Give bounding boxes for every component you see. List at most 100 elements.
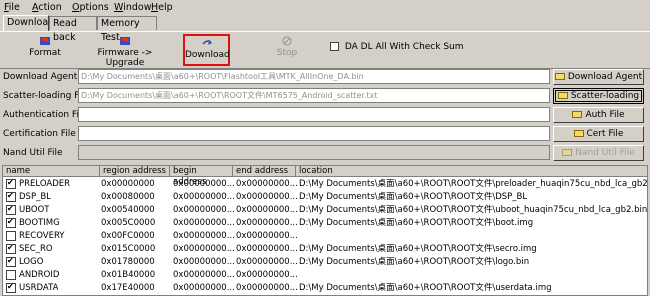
cell-text: 0x00000000... — [236, 205, 298, 215]
cell-region: 0x00FC0000 — [101, 230, 155, 243]
row-checkbox[interactable] — [6, 191, 16, 202]
stop-button[interactable]: Stop — [274, 34, 300, 66]
column-header-end[interactable]: end address — [233, 166, 296, 177]
table-row[interactable]: DSP_BL 0x00080000 0x00000000...0x00000000.… — [3, 191, 647, 204]
folder-icon — [557, 92, 568, 99]
column-header-name[interactable]: name — [3, 166, 100, 177]
cell-text: 0x17E40000 — [101, 283, 155, 293]
cell-text: 0x01B40000 — [101, 270, 156, 280]
cell-region: 0x005C0000 — [101, 217, 155, 230]
cell-name: UBOOT — [6, 204, 49, 217]
cell-text: RECOVERY — [19, 231, 65, 241]
firmware-upgrade-button[interactable]: Firmware -> Upgrade — [84, 34, 166, 68]
table-row[interactable]: PRELOADER 0x00000000 0x00000000...0x000000… — [3, 178, 648, 191]
cell-text: 0x00000000... — [173, 257, 235, 267]
partition-table: name region address begin address end ad… — [2, 165, 648, 296]
cell-name: DSP_BL — [6, 191, 51, 204]
cell-text: USRDATA — [19, 283, 59, 293]
menu-help[interactable]: Help — [151, 2, 173, 13]
cell-region: 0x015C0000 — [101, 243, 155, 256]
tab-read-back[interactable]: Read back — [49, 16, 97, 43]
certification-label: Certification File — [3, 129, 76, 139]
cell-region: 0x00000000 — [101, 178, 155, 191]
cell-text: 0x00000000... — [236, 257, 298, 267]
certification-field[interactable] — [78, 126, 550, 141]
table-row[interactable]: RECOVERY 0x00FC0000 0x00000000... 0x0000000… — [3, 230, 647, 243]
toolbar: Format Firmware -> Upgrade Download Stop… — [0, 32, 650, 69]
row-checkbox[interactable] — [6, 282, 16, 293]
nand-util-field[interactable] — [78, 145, 550, 160]
download-button[interactable]: Download — [183, 34, 230, 66]
nand-util-button[interactable]: Nand Util File — [553, 145, 644, 161]
tab-download[interactable]: Download — [3, 15, 54, 31]
cell-begin: 0x00000000... — [173, 256, 235, 269]
cell-text: 0x00000000... — [173, 231, 235, 241]
cert-file-button[interactable]: Cert File — [553, 126, 644, 142]
auth-file-button[interactable]: Auth File — [553, 107, 644, 123]
cell-name: ANDROID — [6, 269, 59, 282]
download-label: Download — [185, 50, 230, 60]
cell-location: D:\My Documents\桌面\a60+\ROOT\ROOT文件\prel… — [299, 178, 648, 191]
row-checkbox[interactable] — [6, 256, 16, 267]
cell-text: D:\My Documents\桌面\a60+\ROOT\ROOT文件\uboo… — [299, 205, 648, 215]
cell-text: 0x00000000... — [236, 270, 298, 280]
download-icon — [201, 39, 212, 45]
table-row[interactable]: UBOOT 0x00540000 0x00000000...0x00000000..… — [3, 204, 647, 217]
download-agent-field[interactable]: D:\My Documents\桌面\a60+\ROOT\Flashtool工具… — [78, 69, 550, 84]
cell-location: D:\My Documents\桌面\a60+\ROOT\ROOT文件\uboo… — [299, 204, 647, 217]
column-header-region[interactable]: region address — [100, 166, 170, 177]
column-header-location[interactable]: location — [296, 166, 647, 177]
tab-memory-test[interactable]: Memory Test — [97, 16, 157, 43]
table-row[interactable]: BOOTIMG 0x005C0000 0x00000000...0x00000000… — [3, 217, 647, 230]
menu-window[interactable]: Window — [114, 2, 151, 13]
cell-location: D:\My Documents\桌面\a60+\ROOT\ROOT文件\DSP_… — [299, 191, 527, 204]
column-header-begin[interactable]: begin address — [170, 166, 233, 187]
cell-text: 0x00000000... — [236, 179, 298, 189]
format-button[interactable]: Format — [28, 34, 62, 66]
cell-name: SEC_RO — [6, 243, 53, 256]
cell-text: DSP_BL — [19, 192, 51, 202]
scatter-loading-label: Scatter-loading File — [3, 91, 90, 101]
cell-begin: 0x00000000... — [173, 217, 235, 230]
stop-label: Stop — [276, 48, 298, 58]
scatter-loading-button[interactable]: Scatter-loading — [553, 88, 644, 104]
cell-begin: 0x00000000... — [173, 282, 235, 295]
cell-text: 0x00000000... — [173, 205, 235, 215]
row-checkbox[interactable] — [6, 178, 16, 189]
cell-name: RECOVERY — [6, 230, 65, 243]
cell-region: 0x01B40000 — [101, 269, 155, 282]
cell-location: D:\My Documents\桌面\a60+\ROOT\ROOT文件\logo… — [299, 256, 529, 269]
cell-end: 0x00000000... — [236, 243, 298, 256]
stop-icon — [282, 36, 292, 46]
table-row[interactable]: USRDATA 0x17E40000 0x00000000...0x00000000… — [3, 282, 647, 295]
scatter-loading-field[interactable]: D:\My Documents\桌面\a60+\ROOT\ROOT文件\MT65… — [78, 88, 550, 103]
cell-region: 0x17E40000 — [101, 282, 155, 295]
table-row[interactable]: LOGO 0x01780000 0x00000000...0x00000000...… — [3, 256, 647, 269]
checksum-box[interactable] — [330, 42, 339, 51]
cell-location: D:\My Documents\桌面\a60+\ROOT\ROOT文件\boot… — [299, 217, 533, 230]
download-agent-label: Download Agent — [3, 72, 78, 82]
cell-text: D:\My Documents\桌面\a60+\ROOT\ROOT文件\boot… — [299, 218, 534, 228]
table-row[interactable]: SEC_RO 0x015C0000 0x00000000...0x00000000.… — [3, 243, 647, 256]
menu-action[interactable]: Action — [32, 2, 62, 13]
checksum-checkbox[interactable]: DA DL All With Check Sum — [330, 42, 464, 52]
cell-text: 0x00000000... — [173, 270, 235, 280]
row-checkbox[interactable] — [6, 230, 16, 241]
menu-options[interactable]: Options — [72, 2, 109, 13]
menu-file[interactable]: File — [4, 2, 20, 13]
cell-text: ANDROID — [19, 270, 60, 280]
format-icon — [40, 37, 50, 45]
row-checkbox[interactable] — [6, 204, 16, 215]
row-checkbox[interactable] — [6, 269, 16, 280]
cell-text: D:\My Documents\桌面\a60+\ROOT\ROOT文件\prel… — [299, 179, 648, 189]
cell-name: LOGO — [6, 256, 43, 269]
cell-text: D:\My Documents\桌面\a60+\ROOT\ROOT文件\DSP_… — [299, 192, 528, 202]
cell-begin: 0x00000000... — [173, 230, 235, 243]
table-row[interactable]: ANDROID 0x01B40000 0x00000000... 0x00000000… — [3, 269, 647, 282]
cell-name: PRELOADER — [6, 178, 70, 191]
authentication-field[interactable] — [78, 107, 550, 122]
folder-icon — [572, 111, 583, 118]
row-checkbox[interactable] — [6, 243, 16, 254]
download-agent-button[interactable]: Download Agent — [553, 69, 644, 85]
row-checkbox[interactable] — [6, 217, 16, 228]
